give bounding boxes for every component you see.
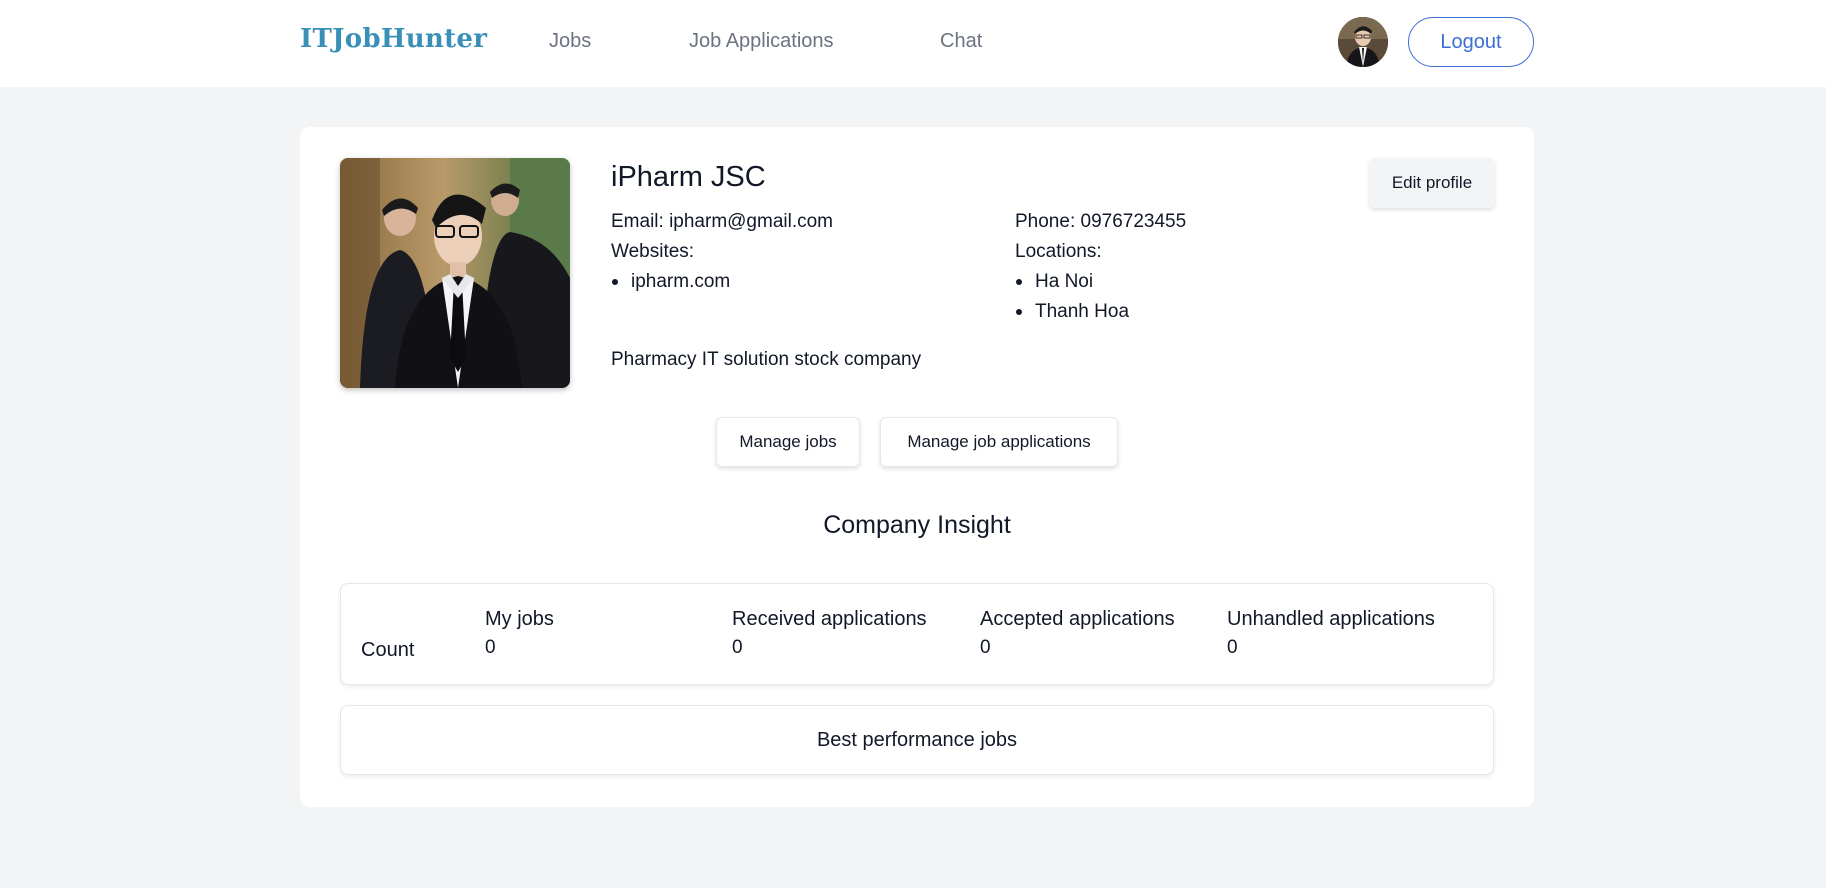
column-header: Received applications xyxy=(732,608,927,630)
insight-table: Count My jobs 0 Received applications 0 … xyxy=(340,583,1494,685)
insight-column-accepted: Accepted applications 0 xyxy=(980,608,1175,659)
insight-column-received: Received applications 0 xyxy=(732,608,927,659)
column-header: My jobs xyxy=(485,608,554,630)
nav-jobs[interactable]: Jobs xyxy=(549,30,591,53)
column-header: Accepted applications xyxy=(980,608,1175,630)
avatar-image xyxy=(1338,17,1388,67)
column-value: 0 xyxy=(1227,637,1238,658)
count-row-label: Count xyxy=(361,639,415,661)
contact-left-column: Email: ipharm@gmail.com Websites: ipharm… xyxy=(611,207,833,297)
contact-right-column: Phone: 0976723455 Locations: Ha Noi Than… xyxy=(1015,207,1186,327)
company-name: iPharm JSC xyxy=(611,161,766,193)
column-value: 0 xyxy=(732,637,743,658)
manage-job-applications-button[interactable]: Manage job applications xyxy=(880,417,1118,467)
locations-label: Locations: xyxy=(1015,241,1102,262)
top-navbar: ITJobHunter Jobs Job Applications Chat L… xyxy=(0,0,1826,87)
websites-list: ipharm.com xyxy=(611,267,833,297)
website-item[interactable]: ipharm.com xyxy=(611,267,833,297)
company-photo xyxy=(340,158,570,388)
company-insight-title: Company Insight xyxy=(823,511,1011,539)
manage-jobs-button[interactable]: Manage jobs xyxy=(716,417,860,467)
column-value: 0 xyxy=(980,637,991,658)
company-description: Pharmacy IT solution stock company xyxy=(611,349,922,370)
edit-profile-button[interactable]: Edit profile xyxy=(1369,158,1495,208)
nav-chat[interactable]: Chat xyxy=(940,30,982,53)
brand-logo[interactable]: ITJobHunter xyxy=(300,24,487,54)
company-profile-card: iPharm JSC Email: ipharm@gmail.com Websi… xyxy=(300,127,1534,807)
locations-list: Ha Noi Thanh Hoa xyxy=(1015,267,1186,327)
logout-button[interactable]: Logout xyxy=(1408,17,1534,67)
websites-label: Websites: xyxy=(611,241,695,262)
column-value: 0 xyxy=(485,637,496,658)
location-item: Ha Noi xyxy=(1015,267,1186,297)
location-item: Thanh Hoa xyxy=(1015,297,1186,327)
best-performance-jobs-panel[interactable]: Best performance jobs xyxy=(340,705,1494,775)
insight-column-my-jobs: My jobs 0 xyxy=(485,608,554,659)
phone-text: Phone: 0976723455 xyxy=(1015,211,1187,232)
insight-column-unhandled: Unhandled applications 0 xyxy=(1227,608,1435,659)
user-avatar[interactable] xyxy=(1338,17,1388,67)
email-text: Email: ipharm@gmail.com xyxy=(611,211,834,232)
column-header: Unhandled applications xyxy=(1227,608,1435,630)
profile-image xyxy=(340,158,570,388)
nav-job-applications[interactable]: Job Applications xyxy=(689,30,834,53)
